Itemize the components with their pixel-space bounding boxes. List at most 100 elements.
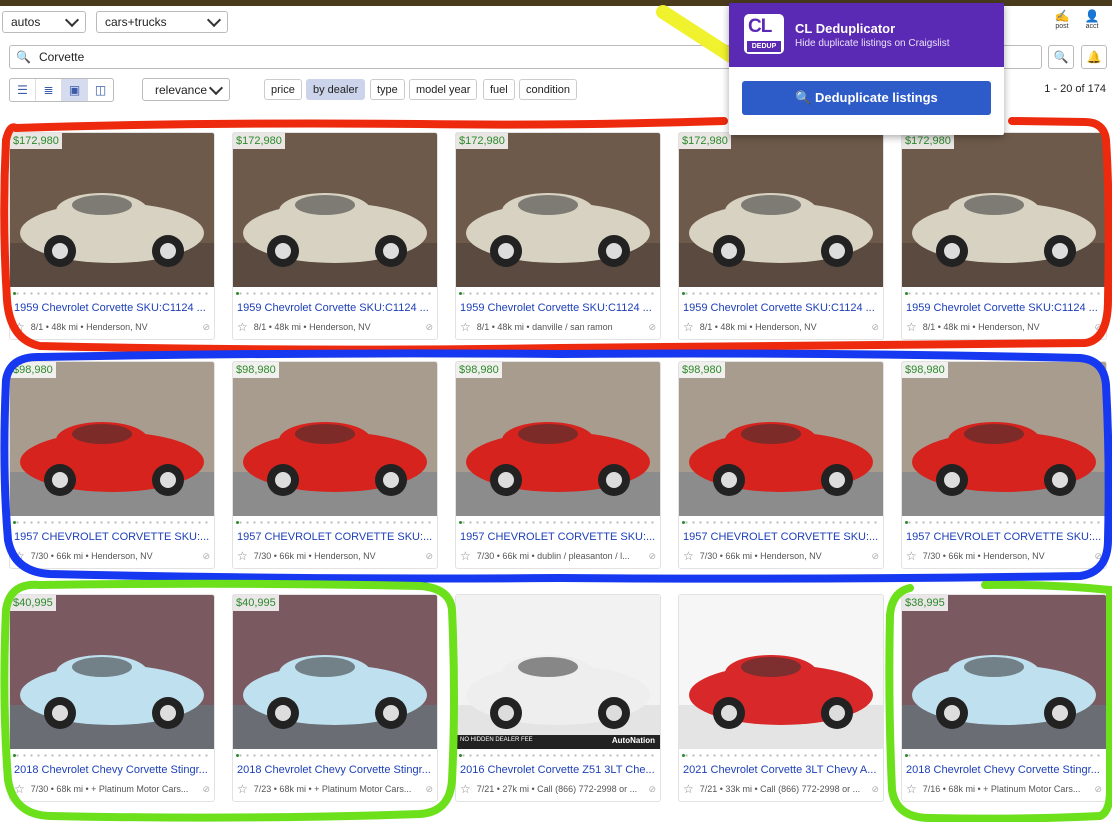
favorite-star-icon[interactable]: ☆ (237, 321, 248, 333)
hide-eye-icon[interactable]: ⊘ (202, 784, 210, 795)
listing-photo[interactable] (10, 133, 214, 287)
hide-eye-icon[interactable]: ⊘ (425, 322, 433, 333)
post-button[interactable]: ✍ post (1050, 10, 1074, 31)
image-pager-dots[interactable] (905, 291, 1102, 295)
hide-eye-icon[interactable]: ⊘ (648, 551, 656, 562)
listing-title[interactable]: 1959 Chevrolet Corvette SKU:C1124 ... (906, 302, 1102, 314)
detail-list-view-icon[interactable]: ≣ (36, 79, 62, 101)
listing-photo[interactable] (679, 133, 883, 287)
hide-eye-icon[interactable]: ⊘ (1094, 784, 1102, 795)
listing-photo[interactable] (456, 362, 660, 516)
listing-photo[interactable] (902, 362, 1106, 516)
filter-type[interactable]: type (370, 79, 405, 100)
listing-title[interactable]: 1957 CHEVROLET CORVETTE SKU:... (460, 531, 656, 543)
listing-card[interactable]: $98,980 1957 CHEVROLET CORVETTE SKU:... … (232, 361, 438, 569)
hide-eye-icon[interactable]: ⊘ (425, 551, 433, 562)
hide-eye-icon[interactable]: ⊘ (648, 322, 656, 333)
listing-photo[interactable] (456, 595, 660, 749)
image-pager-dots[interactable] (13, 291, 210, 295)
account-button[interactable]: 👤 acct (1080, 10, 1104, 31)
listing-card[interactable]: $172,980 1959 Chevrolet Corvette SKU:C11… (678, 132, 884, 340)
listing-card[interactable]: $98,980 1957 CHEVROLET CORVETTE SKU:... … (901, 361, 1107, 569)
image-pager-dots[interactable] (905, 753, 1102, 757)
listing-photo[interactable] (456, 133, 660, 287)
favorite-star-icon[interactable]: ☆ (683, 783, 694, 795)
favorite-star-icon[interactable]: ☆ (14, 783, 25, 795)
favorite-star-icon[interactable]: ☆ (14, 321, 25, 333)
listing-title[interactable]: 2018 Chevrolet Chevy Corvette Stingr... (14, 764, 210, 776)
image-pager-dots[interactable] (236, 753, 433, 757)
favorite-star-icon[interactable]: ☆ (460, 783, 471, 795)
listing-photo[interactable] (902, 133, 1106, 287)
image-pager-dots[interactable] (682, 520, 879, 524)
image-pager-dots[interactable] (459, 291, 656, 295)
hide-eye-icon[interactable]: ⊘ (425, 784, 433, 795)
listing-card[interactable]: $38,995 2018 Chevrolet Chevy Corvette St… (901, 594, 1107, 802)
image-pager-dots[interactable] (13, 520, 210, 524)
listing-title[interactable]: 2018 Chevrolet Chevy Corvette Stingr... (237, 764, 433, 776)
listing-card[interactable]: $40,995 2018 Chevrolet Chevy Corvette St… (9, 594, 215, 802)
alerts-button[interactable]: 🔔 (1081, 45, 1107, 69)
listing-card[interactable]: $98,980 1957 CHEVROLET CORVETTE SKU:... … (9, 361, 215, 569)
listing-card[interactable]: $40,995 2018 Chevrolet Chevy Corvette St… (232, 594, 438, 802)
image-pager-dots[interactable] (459, 753, 656, 757)
gallery-view-icon[interactable]: ▣ (62, 79, 88, 101)
deduplicate-listings-button[interactable]: 🔍 Deduplicate listings (742, 81, 991, 115)
listing-title[interactable]: 1957 CHEVROLET CORVETTE SKU:... (237, 531, 433, 543)
listing-photo[interactable] (679, 362, 883, 516)
list-view-icon[interactable]: ☰ (10, 79, 36, 101)
hide-eye-icon[interactable]: ⊘ (648, 784, 656, 795)
image-pager-dots[interactable] (236, 520, 433, 524)
favorite-star-icon[interactable]: ☆ (683, 550, 694, 562)
hide-eye-icon[interactable]: ⊘ (1094, 551, 1102, 562)
filter-price[interactable]: price (264, 79, 302, 100)
subcategory-select[interactable]: cars+trucks (96, 11, 228, 33)
image-pager-dots[interactable] (13, 753, 210, 757)
listing-title[interactable]: 1959 Chevrolet Corvette SKU:C1124 ... (460, 302, 656, 314)
filter-model-year[interactable]: model year (409, 79, 478, 100)
image-pager-dots[interactable] (905, 520, 1102, 524)
listing-photo[interactable] (233, 362, 437, 516)
filter-fuel[interactable]: fuel (483, 79, 515, 100)
listing-card[interactable]: $172,980 1959 Chevrolet Corvette SKU:C11… (901, 132, 1107, 340)
listing-title[interactable]: 2021 Chevrolet Corvette 3LT Chevy A... (683, 764, 879, 776)
favorite-star-icon[interactable]: ☆ (460, 550, 471, 562)
favorite-star-icon[interactable]: ☆ (906, 550, 917, 562)
listing-title[interactable]: 1957 CHEVROLET CORVETTE SKU:... (906, 531, 1102, 543)
listing-card[interactable]: NO HIDDEN DEALER FEE AutoNation 2016 Che… (455, 594, 661, 802)
favorite-star-icon[interactable]: ☆ (683, 321, 694, 333)
favorite-star-icon[interactable]: ☆ (14, 550, 25, 562)
listing-photo[interactable] (902, 595, 1106, 749)
category-select[interactable]: autos (2, 11, 86, 33)
favorite-star-icon[interactable]: ☆ (906, 321, 917, 333)
image-pager-dots[interactable] (682, 753, 879, 757)
listing-title[interactable]: 1957 CHEVROLET CORVETTE SKU:... (683, 531, 879, 543)
listing-photo[interactable] (233, 133, 437, 287)
listing-photo[interactable] (233, 595, 437, 749)
listing-card[interactable]: $98,980 1957 CHEVROLET CORVETTE SKU:... … (678, 361, 884, 569)
image-pager-dots[interactable] (236, 291, 433, 295)
favorite-star-icon[interactable]: ☆ (237, 550, 248, 562)
listing-card[interactable]: $172,980 1959 Chevrolet Corvette SKU:C11… (455, 132, 661, 340)
favorite-star-icon[interactable]: ☆ (237, 783, 248, 795)
listing-title[interactable]: 1959 Chevrolet Corvette SKU:C1124 ... (237, 302, 433, 314)
image-pager-dots[interactable] (682, 291, 879, 295)
filter-by-dealer[interactable]: by dealer (306, 79, 366, 100)
listing-title[interactable]: 2018 Chevrolet Chevy Corvette Stingr... (906, 764, 1102, 776)
favorite-star-icon[interactable]: ☆ (460, 321, 471, 333)
sort-select[interactable]: relevance (142, 78, 230, 101)
hide-eye-icon[interactable]: ⊘ (871, 784, 879, 795)
listing-title[interactable]: 2016 Chevrolet Corvette Z51 3LT Che... (460, 764, 656, 776)
favorite-star-icon[interactable]: ☆ (906, 783, 917, 795)
listing-photo[interactable] (10, 362, 214, 516)
listing-photo[interactable] (10, 595, 214, 749)
filter-condition[interactable]: condition (519, 79, 578, 100)
hide-eye-icon[interactable]: ⊘ (202, 322, 210, 333)
listing-photo[interactable] (679, 595, 883, 749)
map-view-icon[interactable]: ◫ (88, 79, 113, 101)
listing-title[interactable]: 1959 Chevrolet Corvette SKU:C1124 ... (14, 302, 210, 314)
hide-eye-icon[interactable]: ⊘ (871, 322, 879, 333)
listing-card[interactable]: $172,980 1959 Chevrolet Corvette SKU:C11… (232, 132, 438, 340)
listing-card[interactable]: 2021 Chevrolet Corvette 3LT Chevy A... ☆… (678, 594, 884, 802)
search-button[interactable]: 🔍 (1048, 45, 1074, 69)
